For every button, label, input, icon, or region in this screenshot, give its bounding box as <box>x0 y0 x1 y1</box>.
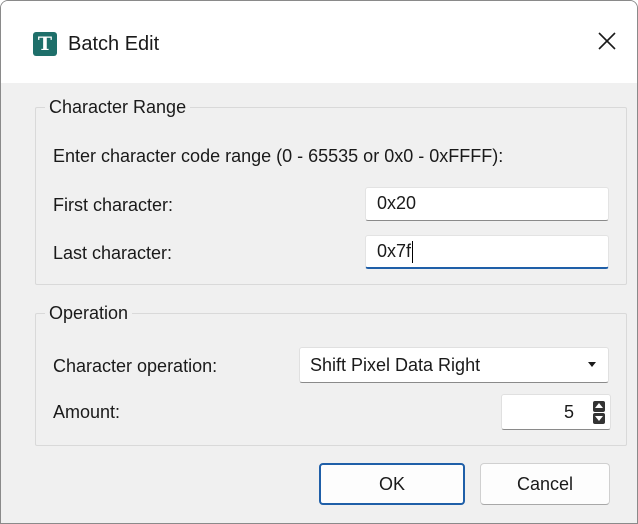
batch-edit-dialog: T Batch Edit Character Range Enter chara… <box>0 0 638 524</box>
first-character-value: 0x20 <box>377 193 417 213</box>
close-icon <box>598 32 616 50</box>
first-character-input[interactable]: 0x20 <box>365 187 609 221</box>
first-character-label: First character: <box>53 195 174 215</box>
title-bar: T Batch Edit <box>1 1 637 83</box>
dialog-title: Batch Edit <box>68 33 160 55</box>
range-instructions: Enter character code range (0 - 65535 or… <box>53 146 504 166</box>
spin-down-arrow-icon[interactable] <box>593 413 605 424</box>
last-character-value: 0x7f <box>377 241 412 261</box>
amount-label: Amount: <box>53 402 121 422</box>
app-icon: T <box>33 32 57 56</box>
amount-value: 5 <box>563 402 574 422</box>
character-operation-dropdown[interactable]: Shift Pixel Data Right <box>299 347 609 383</box>
cancel-button[interactable]: Cancel <box>480 463 610 505</box>
character-operation-label: Character operation: <box>53 356 218 376</box>
last-character-input[interactable]: 0x7f <box>365 235 609 269</box>
spin-up-arrow-icon[interactable] <box>593 401 605 412</box>
dialog-body: Character Range Enter character code ran… <box>1 83 637 523</box>
close-button[interactable] <box>577 15 637 67</box>
character-range-legend: Character Range <box>45 96 191 118</box>
text-caret <box>412 241 414 264</box>
last-character-label: Last character: <box>53 243 173 263</box>
character-operation-selected: Shift Pixel Data Right <box>310 355 481 375</box>
operation-legend: Operation <box>45 302 133 324</box>
chevron-down-icon <box>588 362 596 367</box>
ok-button[interactable]: OK <box>319 463 465 505</box>
amount-spinbox[interactable]: 5 <box>501 394 611 430</box>
